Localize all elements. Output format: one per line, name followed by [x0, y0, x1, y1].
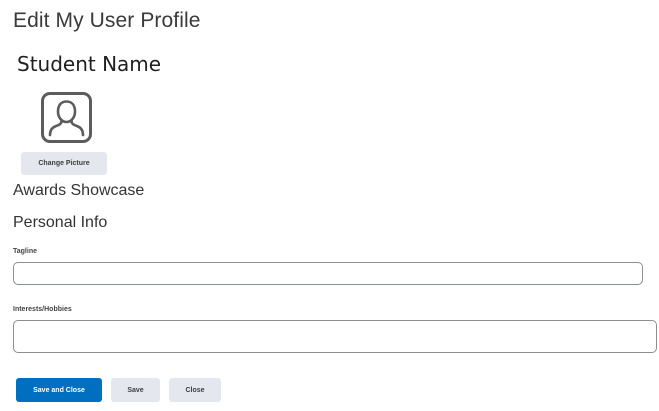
edit-profile-page: Edit My User Profile Student Name Change…	[0, 0, 659, 411]
interests-hobbies-label: Interests/Hobbies	[13, 306, 72, 313]
awards-showcase-heading: Awards Showcase	[13, 182, 145, 199]
page-title: Edit My User Profile	[13, 9, 201, 32]
save-button[interactable]: Save	[111, 378, 160, 402]
user-silhouette-icon	[48, 100, 85, 137]
avatar	[41, 92, 92, 143]
tagline-label: Tagline	[13, 248, 37, 255]
close-button[interactable]: Close	[169, 378, 221, 402]
personal-info-heading: Personal Info	[13, 214, 108, 231]
change-picture-button[interactable]: Change Picture	[21, 152, 107, 175]
interests-hobbies-input[interactable]	[13, 320, 657, 353]
student-name: Student Name	[17, 52, 162, 76]
tagline-input[interactable]	[13, 262, 643, 285]
save-and-close-button[interactable]: Save and Close	[16, 378, 102, 402]
